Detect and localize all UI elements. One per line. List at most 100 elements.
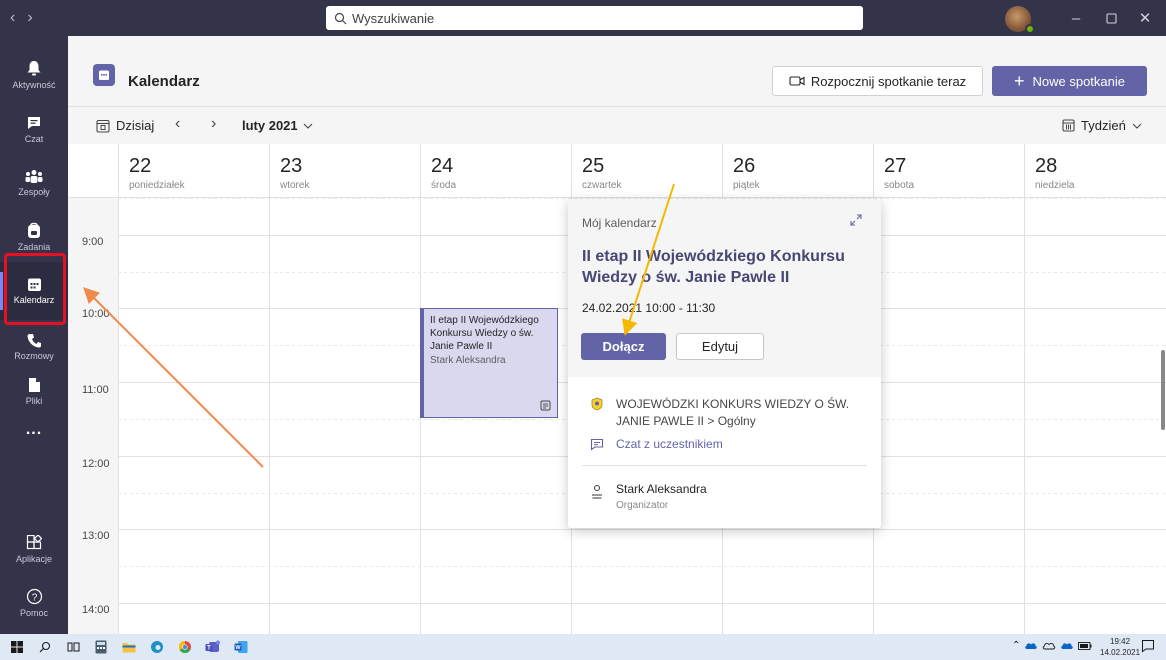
minimize-icon[interactable]: –: [1064, 6, 1088, 30]
organizer-icon: [592, 484, 602, 499]
rail-item-calendar[interactable]: Kalendarz: [0, 262, 68, 320]
show-hidden-icons-icon[interactable]: ⌃: [1012, 640, 1020, 651]
day-name: wtorek: [280, 180, 310, 191]
day-header[interactable]: 26 piątek: [722, 144, 873, 198]
clock-date: 14.02.2021: [1100, 648, 1141, 657]
day-header[interactable]: 24 środa: [420, 144, 571, 198]
rail-item-assignments[interactable]: Zadania: [0, 208, 68, 266]
calendar-icon: [27, 278, 41, 291]
day-number: 22: [129, 155, 152, 177]
month-label: luty 2021: [242, 118, 298, 133]
battery-icon[interactable]: [1078, 641, 1092, 650]
today-label: Dzisiaj: [116, 118, 155, 133]
taskbar-search-icon[interactable]: [36, 638, 54, 656]
maximize-icon[interactable]: [1099, 6, 1123, 30]
popup-calendar-name: Mój kalendarz: [582, 216, 657, 230]
rail-item-chat[interactable]: Czat: [0, 100, 68, 158]
chevron-down-icon: [303, 123, 313, 129]
calculator-app-icon[interactable]: [92, 638, 110, 656]
title-bar: ‹ › Wyszukiwanie – ✕: [0, 0, 1166, 36]
calendar-event[interactable]: II etap II Wojewódzkiego Konkursu Wiedzy…: [420, 308, 558, 418]
calendar-today-icon: [96, 119, 110, 133]
day-number: 26: [733, 155, 756, 177]
meet-now-button[interactable]: Rozpocznij spotkanie teraz: [772, 66, 983, 96]
today-button[interactable]: Dzisiaj: [96, 118, 154, 133]
rail-item-more[interactable]: ...: [0, 410, 68, 450]
time-label: 9:00: [82, 236, 104, 248]
windows-start-icon[interactable]: [8, 638, 26, 656]
rail-label: Aplikacje: [15, 553, 53, 564]
day-number: 23: [280, 155, 303, 177]
help-icon: ?: [26, 588, 42, 605]
chevron-down-icon: [1132, 123, 1142, 129]
join-button[interactable]: Dołącz: [581, 333, 666, 360]
onedrive-business-icon[interactable]: [1060, 641, 1074, 650]
view-selector[interactable]: Tydzień: [1062, 118, 1142, 133]
rail-label: Zadania: [17, 242, 51, 252]
chat-with-participants-link[interactable]: Czat z uczestnikiem: [616, 437, 723, 451]
search-input[interactable]: Wyszukiwanie: [326, 6, 863, 30]
day-header[interactable]: 28 niedziela: [1024, 144, 1166, 198]
event-organizer: Stark Aleksandra: [430, 355, 506, 366]
day-header[interactable]: 22 poniedziałek: [118, 144, 269, 198]
onedrive-personal-icon[interactable]: [1042, 641, 1056, 650]
expand-icon[interactable]: [849, 213, 863, 227]
close-icon[interactable]: ✕: [1133, 6, 1157, 30]
more-icon: ...: [25, 421, 43, 438]
system-tray: ⌃: [1012, 640, 1092, 651]
grid-line: [118, 198, 119, 634]
day-header[interactable]: 25 czwartek: [571, 144, 722, 198]
event-title: II etap II Wojewódzkiego Konkursu Wiedzy…: [430, 315, 539, 352]
meeting-icon: [540, 400, 551, 411]
day-header[interactable]: 27 sobota: [873, 144, 1024, 198]
word-app-icon[interactable]: W: [232, 638, 250, 656]
taskbar-clock[interactable]: 19:42 14.02.2021: [1100, 636, 1140, 658]
rail-label: Pomoc: [19, 608, 48, 618]
rail-label: Pliki: [25, 395, 43, 406]
edge-browser-icon[interactable]: [148, 638, 166, 656]
time-label: 11:00: [82, 384, 109, 396]
meet-now-label: Rozpocznij spotkanie teraz: [810, 73, 967, 89]
teams-icon: [25, 170, 43, 183]
backpack-icon: [28, 222, 40, 238]
history-nav: ‹ ›: [10, 9, 33, 27]
rail-item-teams[interactable]: Zespoły: [0, 154, 68, 212]
rail-item-help[interactable]: ? Pomoc: [0, 574, 68, 632]
day-number: 27: [884, 155, 907, 177]
popup-channel[interactable]: WOJEWÓDZKI KONKURS WIEDZY O ŚW. JANIE PA…: [616, 396, 866, 430]
video-camera-icon: [789, 76, 805, 86]
day-number: 25: [582, 155, 605, 177]
week-view-icon: [1062, 119, 1075, 132]
chat-icon: [28, 116, 40, 129]
teams-app-icon[interactable]: T: [204, 638, 222, 656]
team-icon: [591, 397, 603, 411]
time-label: 14:00: [82, 604, 110, 616]
day-name: piątek: [733, 180, 760, 191]
time-column: 9:00 10:00 11:00 12:00 13:00 14:00: [68, 198, 118, 634]
file-explorer-icon[interactable]: [120, 638, 138, 656]
next-week-button[interactable]: ›: [211, 115, 216, 133]
chat-icon: [590, 438, 604, 451]
edit-button[interactable]: Edytuj: [676, 333, 764, 360]
event-details-popup: Mój kalendarz II etap II Wojewódzkiego K…: [568, 199, 881, 528]
previous-week-button[interactable]: ‹: [175, 115, 180, 133]
notifications-icon[interactable]: [1141, 639, 1155, 653]
day-header[interactable]: 23 wtorek: [269, 144, 420, 198]
time-label: 10:00: [82, 308, 110, 320]
onedrive-icon[interactable]: [1024, 641, 1038, 650]
new-meeting-button[interactable]: + Nowe spotkanie: [992, 66, 1147, 96]
scrollbar-thumb[interactable]: [1161, 350, 1165, 430]
month-picker[interactable]: luty 2021: [242, 118, 313, 133]
forward-arrow-icon[interactable]: ›: [27, 9, 32, 27]
day-headers: 22 poniedziałek 23 wtorek 24 środa 25 cz…: [68, 144, 1166, 198]
back-arrow-icon[interactable]: ‹: [10, 9, 15, 27]
rail-item-apps[interactable]: Aplikacje: [0, 520, 68, 578]
rail-item-activity[interactable]: Aktywność: [0, 46, 68, 104]
svg-text:?: ?: [31, 593, 37, 604]
time-label: 13:00: [82, 530, 110, 542]
task-view-icon[interactable]: [64, 638, 82, 656]
rail-label: Kalendarz: [13, 295, 55, 305]
chrome-browser-icon[interactable]: [176, 638, 194, 656]
bell-icon: [27, 61, 41, 76]
divider: [582, 465, 867, 466]
